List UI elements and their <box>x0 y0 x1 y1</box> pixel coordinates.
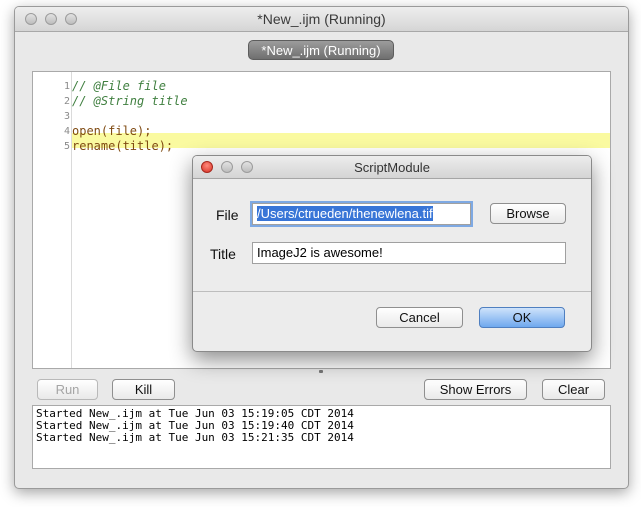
run-button[interactable]: Run <box>37 379 98 400</box>
code-line: // @String title <box>72 94 188 108</box>
title-field-value: ImageJ2 is awesome! <box>257 245 383 260</box>
window-title: *New_.ijm (Running) <box>257 11 386 27</box>
line-number: 5 <box>63 141 70 152</box>
dialog-titlebar[interactable]: ScriptModule <box>193 156 591 179</box>
line-number: 2 <box>63 96 70 107</box>
code-line: // @File file <box>72 79 166 93</box>
line-number: 1 <box>63 81 70 92</box>
file-field[interactable]: /Users/ctrueden/thenewlena.tif <box>252 203 471 225</box>
title-field[interactable]: ImageJ2 is awesome! <box>252 242 566 264</box>
tab-new-ijm[interactable]: *New_.ijm (Running) <box>248 40 394 60</box>
clear-button[interactable]: Clear <box>542 379 605 400</box>
code-line: open(file); <box>72 124 152 138</box>
dialog-input-panel: File /Users/ctrueden/thenewlena.tif Brow… <box>193 179 591 292</box>
script-module-dialog: ScriptModule File /Users/ctrueden/thenew… <box>192 155 592 352</box>
split-pane-handle[interactable] <box>319 370 323 373</box>
output-console[interactable]: Started New_.ijm at Tue Jun 03 15:19:05 … <box>32 405 611 469</box>
code-line: rename(title); <box>72 139 174 153</box>
dialog-title: ScriptModule <box>354 160 430 175</box>
browse-button[interactable]: Browse <box>490 203 566 224</box>
show-errors-button[interactable]: Show Errors <box>424 379 527 400</box>
line-number: 4 <box>63 126 70 137</box>
line-number: 3 <box>63 111 70 122</box>
title-label: Title <box>210 246 236 262</box>
ok-button[interactable]: OK <box>479 307 565 328</box>
main-titlebar[interactable]: *New_.ijm (Running) <box>15 7 628 32</box>
cancel-button[interactable]: Cancel <box>376 307 463 328</box>
console-line: Started New_.ijm at Tue Jun 03 15:21:35 … <box>36 431 354 444</box>
file-field-value: /Users/ctrueden/thenewlena.tif <box>257 206 433 221</box>
file-label: File <box>216 207 239 223</box>
kill-button[interactable]: Kill <box>112 379 175 400</box>
